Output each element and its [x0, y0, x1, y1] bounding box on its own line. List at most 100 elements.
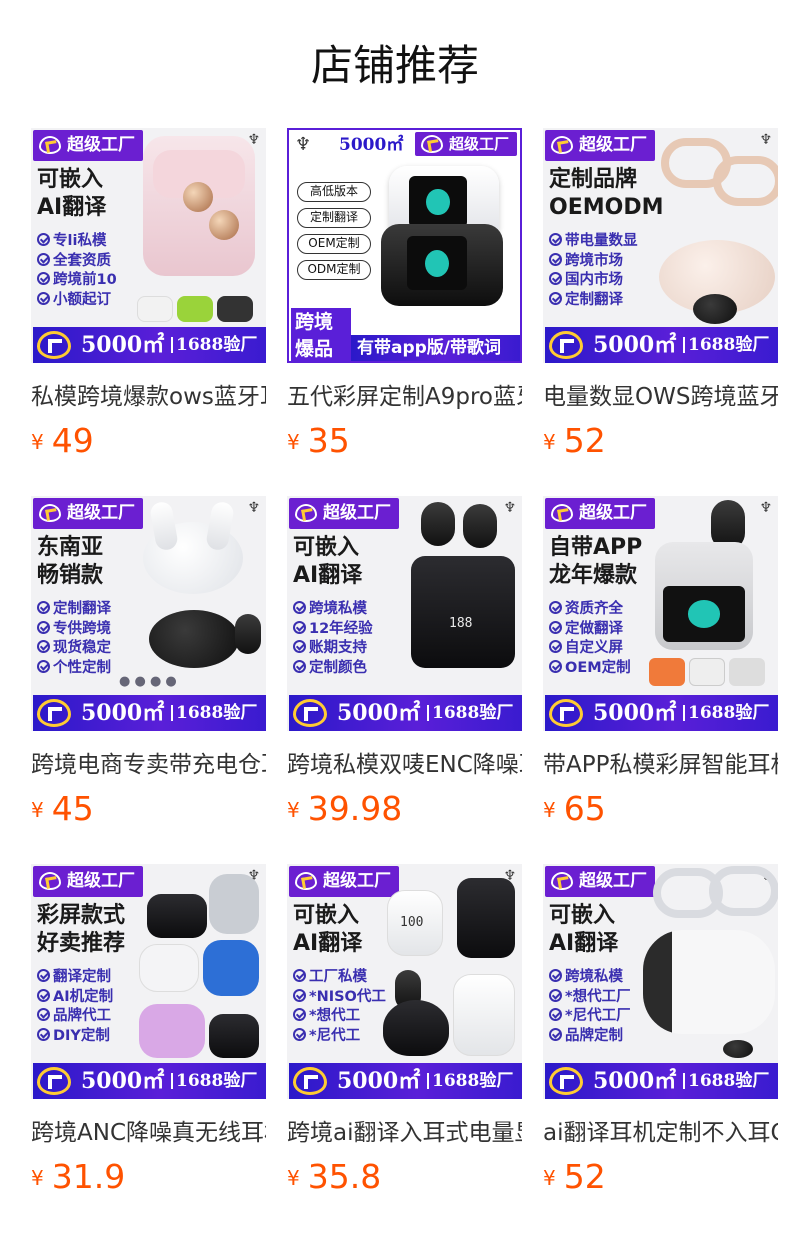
- check-circle-icon: [37, 233, 50, 246]
- area-badge-icon: [549, 1067, 583, 1095]
- check-circle-icon: [549, 969, 562, 982]
- product-image[interactable]: 超级工厂 ♆ 可嵌入 AI翻译 跨境私模 *想代工厂 *尼代工厂 品牌定制 500…: [543, 864, 778, 1099]
- product-name[interactable]: 跨境电商专卖带充电仓耳机: [31, 749, 266, 781]
- image-headline: 可嵌入 AI翻译: [37, 167, 107, 220]
- product-name[interactable]: 五代彩屏定制A9pro蓝牙耳机: [287, 381, 522, 413]
- battery-display: 100: [400, 915, 424, 930]
- check-circle-icon: [37, 620, 50, 634]
- area-badge-icon: [549, 699, 583, 727]
- earbud-case-white: [139, 944, 199, 992]
- product-price: ¥52: [543, 421, 606, 460]
- earbud-case-black-mini: [723, 1040, 753, 1058]
- product-name[interactable]: 带APP私模彩屏智能耳机: [543, 749, 778, 781]
- feature-list: 翻译定制 AI机定制 品牌代工 DIY定制: [37, 968, 147, 1046]
- image-headline: 彩屏款式 好卖推荐: [37, 903, 126, 956]
- feature-item: 定制颜色: [293, 659, 403, 679]
- earbud-case-white: 100: [387, 890, 443, 956]
- product-card[interactable]: ♆ 5000㎡ 超级工厂 高低版本 定制翻译 OEM定制 ODM定制 跨境爆品: [287, 128, 522, 469]
- product-image[interactable]: 超级工厂 ♆ 可嵌入 AI翻译 专li私模 全套资质 跨境前10 小额起订 50…: [31, 128, 266, 363]
- factory-banner: 5000㎡ 1688验厂: [33, 1063, 266, 1099]
- check-circle-icon: [549, 601, 562, 614]
- check-circle-icon: [293, 1027, 306, 1041]
- super-factory-badge: 超级工厂: [289, 498, 399, 529]
- check-circle-icon: [549, 252, 562, 266]
- product-image[interactable]: 超级工厂 ♆ 可嵌入 AI翻译 工厂私模 *NISO代工 *想代工 *尼代工 10…: [287, 864, 522, 1099]
- feature-item: 现货稳定: [37, 639, 147, 659]
- super-factory-badge: 超级工厂: [545, 130, 655, 161]
- feature-item: 12年经验: [293, 620, 403, 640]
- product-card[interactable]: 超级工厂 ♆ 可嵌入 AI翻译 跨境私模 *想代工厂 *尼代工厂 品牌定制 500…: [543, 864, 778, 1205]
- check-circle-icon: [549, 659, 562, 673]
- feature-item: 专li私模: [37, 232, 147, 252]
- feature-item: 小额起订: [37, 291, 147, 311]
- check-circle-icon: [549, 640, 562, 653]
- check-circle-icon: [37, 988, 50, 1002]
- earbud-case-black: [457, 878, 515, 958]
- product-image[interactable]: 超级工厂 ♆ 彩屏款式 好卖推荐 翻译定制 AI机定制 品牌代工 DIY定制 5…: [31, 864, 266, 1099]
- check-circle-icon: [293, 601, 306, 614]
- super-factory-badge: 超级工厂: [415, 132, 518, 156]
- product-card[interactable]: 超级工厂 ♆ 可嵌入 AI翻译 专li私模 全套资质 跨境前10 小额起订 50…: [31, 128, 266, 469]
- product-card[interactable]: 超级工厂 ♆ 东南亚 畅销款 定制翻译 专供跨境 现货稳定 个性定制 ● ● ● …: [31, 496, 266, 837]
- color-variants: [649, 658, 773, 688]
- spec-pill: 高低版本: [297, 182, 371, 202]
- product-price: ¥35: [287, 421, 350, 460]
- check-circle-icon: [549, 291, 562, 305]
- product-name[interactable]: 跨境私模双唛ENC降噪耳机: [287, 749, 522, 781]
- feature-list: 跨境私模 12年经验 账期支持 定制颜色: [293, 600, 403, 678]
- product-row: 超级工厂 ♆ 彩屏款式 好卖推荐 翻译定制 AI机定制 品牌代工 DIY定制 5…: [31, 864, 778, 1232]
- feature-item: 定制翻译: [37, 600, 147, 620]
- color-variants: ● ● ● ●: [119, 674, 177, 689]
- earbud-case-purple: [139, 1004, 205, 1058]
- brand-corner-icon: ♆: [759, 132, 772, 148]
- area-badge-icon: [37, 331, 71, 359]
- product-name[interactable]: 私模跨境爆款ows蓝牙耳机: [31, 381, 266, 413]
- product-card[interactable]: 超级工厂 ♆ 彩屏款式 好卖推荐 翻译定制 AI机定制 品牌代工 DIY定制 5…: [31, 864, 266, 1205]
- factory-banner: 5000㎡ 1688验厂: [33, 327, 266, 363]
- check-circle-icon: [37, 969, 50, 982]
- battery-display: 188: [449, 616, 473, 631]
- earbud-black: [421, 502, 455, 546]
- factory-banner: 5000㎡ 1688验厂: [545, 327, 778, 363]
- earbud-case-dark: [209, 1014, 259, 1058]
- earbud-case-grey: [209, 874, 259, 934]
- earbud-black: [235, 614, 261, 654]
- check-circle-icon: [549, 620, 562, 634]
- factory-logo-icon: [421, 135, 443, 153]
- feature-item: 专供跨境: [37, 620, 147, 640]
- feature-item: 自定义屏: [549, 639, 659, 659]
- open-ear-bud: [709, 866, 778, 916]
- earbud-case-black: [381, 224, 503, 306]
- product-name[interactable]: 电量数显OWS跨境蓝牙耳机: [543, 381, 778, 413]
- check-circle-icon: [37, 1027, 50, 1041]
- feature-list: 定制翻译 专供跨境 现货稳定 个性定制: [37, 600, 147, 678]
- feature-item: 带电量数显: [549, 232, 659, 252]
- factory-logo-icon: [295, 504, 317, 522]
- product-image[interactable]: 超级工厂 ♆ 自带APP 龙年爆款 资质齐全 定做翻译 自定义屏 OEM定制 5…: [543, 496, 778, 731]
- product-card[interactable]: 超级工厂 ♆ 可嵌入 AI翻译 跨境私模 12年经验 账期支持 定制颜色 188 …: [287, 496, 522, 837]
- product-image[interactable]: 超级工厂 ♆ 定制品牌 OEMODM 带电量数显 跨境市场 国内市场 定制翻译 5…: [543, 128, 778, 363]
- product-name[interactable]: 跨境ai翻译入耳式电量显示: [287, 1117, 522, 1149]
- product-name[interactable]: ai翻译耳机定制不入耳OWS: [543, 1117, 778, 1149]
- product-image[interactable]: 超级工厂 ♆ 东南亚 畅销款 定制翻译 专供跨境 现货稳定 个性定制 ● ● ● …: [31, 496, 266, 731]
- feature-item: 全套资质: [37, 252, 147, 272]
- feature-list: 专li私模 全套资质 跨境前10 小额起订: [37, 232, 147, 310]
- product-image[interactable]: 超级工厂 ♆ 可嵌入 AI翻译 跨境私模 12年经验 账期支持 定制颜色 188 …: [287, 496, 522, 731]
- feature-item: AI机定制: [37, 988, 147, 1008]
- factory-logo-icon: [39, 504, 61, 522]
- factory-banner: 5000㎡ 1688验厂: [289, 1063, 522, 1099]
- color-variants: [137, 296, 265, 326]
- feature-item: 资质齐全: [549, 600, 659, 620]
- product-card[interactable]: 超级工厂 ♆ 定制品牌 OEMODM 带电量数显 跨境市场 国内市场 定制翻译 5…: [543, 128, 778, 469]
- earbud-case-black-round: [383, 1000, 449, 1056]
- factory-banner: 5000㎡ 1688验厂: [289, 695, 522, 731]
- factory-logo-icon: [551, 504, 573, 522]
- product-name[interactable]: 跨境ANC降噪真无线耳机: [31, 1117, 266, 1149]
- product-card[interactable]: 超级工厂 ♆ 自带APP 龙年爆款 资质齐全 定做翻译 自定义屏 OEM定制 5…: [543, 496, 778, 837]
- page-title: 店铺推荐: [310, 41, 479, 90]
- factory-banner: 5000㎡ 1688验厂: [545, 1063, 778, 1099]
- check-circle-icon: [37, 659, 50, 673]
- product-card[interactable]: 超级工厂 ♆ 可嵌入 AI翻译 工厂私模 *NISO代工 *想代工 *尼代工 10…: [287, 864, 522, 1205]
- product-image[interactable]: ♆ 5000㎡ 超级工厂 高低版本 定制翻译 OEM定制 ODM定制 跨境爆品: [287, 128, 522, 363]
- brand-corner-icon: ♆: [503, 500, 516, 516]
